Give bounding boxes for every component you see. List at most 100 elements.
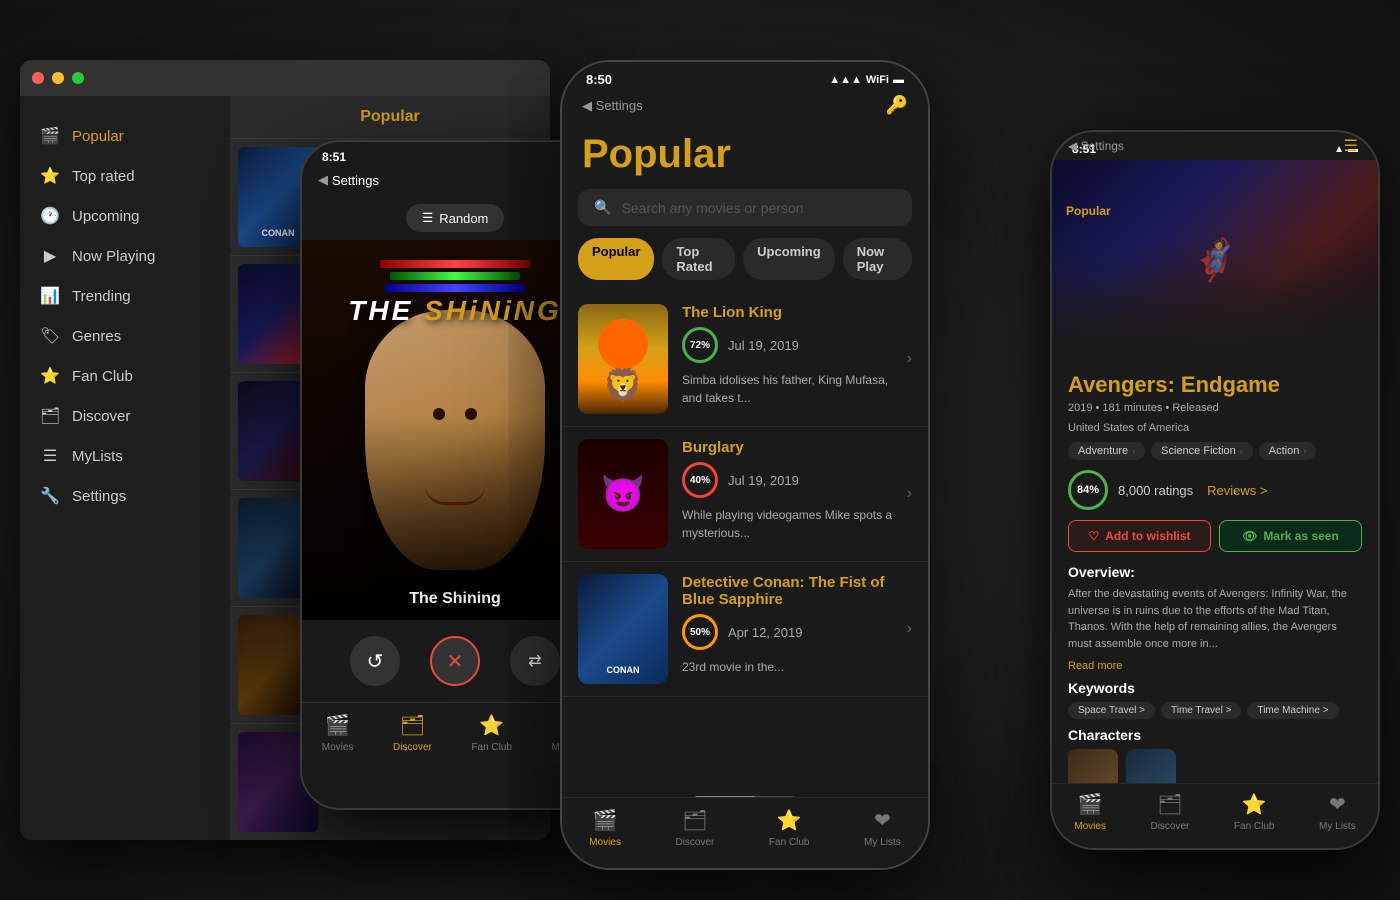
star-icon: ⭐ bbox=[40, 166, 60, 186]
conan2-poster: CONAN bbox=[578, 574, 668, 684]
ratings-count: 8,000 ratings bbox=[1118, 483, 1193, 498]
sidebar-item-popular[interactable]: 🎬 Popular bbox=[20, 116, 230, 156]
keyword-time-travel[interactable]: Time Travel > bbox=[1161, 702, 1241, 719]
tab-popular[interactable]: Popular bbox=[578, 238, 654, 280]
settings-icon: 🔧 bbox=[40, 486, 60, 506]
mac-max-btn[interactable] bbox=[72, 72, 84, 84]
shining-movie-name: The Shining bbox=[409, 590, 501, 607]
sidebar-item-top-rated[interactable]: ⭐ Top rated bbox=[20, 156, 230, 196]
movies-icon-2: 🎬 bbox=[593, 808, 618, 833]
movie-card-burglary[interactable]: 😈 Burglary 40% Jul 19, 2019 While playin… bbox=[562, 427, 928, 562]
nav-movies-3: Movies bbox=[1074, 821, 1106, 832]
chevron-icon-1: › bbox=[1132, 446, 1135, 456]
popular-nav-mylists[interactable]: ❤ My Lists bbox=[864, 808, 901, 848]
keyword-time-machine[interactable]: Time Machine > bbox=[1247, 702, 1338, 719]
avengers-title: Avengers: Endgame bbox=[1068, 372, 1362, 398]
lion-king-title: The Lion King bbox=[682, 304, 893, 321]
phone2-nav: ◀ Settings 🔑 bbox=[562, 91, 928, 124]
popular-nav-discover[interactable]: 🗂 Discover bbox=[675, 808, 714, 848]
detail-nav-movies[interactable]: 🎬 Movies bbox=[1074, 792, 1106, 832]
detail-back[interactable]: ◀ Settings bbox=[1068, 139, 1124, 153]
sidebar-item-discover-label: Discover bbox=[72, 408, 130, 425]
movie-card-conan[interactable]: CONAN Detective Conan: The Fist of Blue … bbox=[562, 562, 928, 697]
sidebar-item-mylists[interactable]: ☰ MyLists bbox=[20, 436, 230, 476]
sidebar-item-genres-label: Genres bbox=[72, 328, 121, 345]
search-bar[interactable]: 🔍 Search any movies or person bbox=[578, 189, 912, 226]
search-icon: 🔍 bbox=[594, 199, 611, 216]
sidebar-item-now-playing[interactable]: ▶ Now Playing bbox=[20, 236, 230, 276]
mac-close-btn[interactable] bbox=[32, 72, 44, 84]
mac-min-btn[interactable] bbox=[52, 72, 64, 84]
tab-upcoming[interactable]: Upcoming bbox=[743, 238, 835, 280]
mac-titlebar bbox=[20, 60, 550, 96]
read-more-link[interactable]: Read more bbox=[1068, 660, 1362, 672]
clock-icon: 🕐 bbox=[40, 206, 60, 226]
random-label: Random bbox=[439, 211, 488, 226]
sidebar-item-fan-club[interactable]: ⭐ Fan Club bbox=[20, 356, 230, 396]
sidebar-item-upcoming[interactable]: 🕐 Upcoming bbox=[20, 196, 230, 236]
keyword-space-travel[interactable]: Space Travel > bbox=[1068, 702, 1155, 719]
eye-icon: 👁 bbox=[1242, 529, 1257, 543]
lion-king-poster: 🦁 bbox=[578, 304, 668, 414]
seen-label: Mark as seen bbox=[1263, 529, 1338, 543]
popular-back[interactable]: ◀ Settings bbox=[582, 98, 643, 114]
discover-icon-2: 🗂 bbox=[682, 808, 707, 833]
dislike-button[interactable]: ✕ bbox=[430, 636, 480, 686]
sidebar-item-settings[interactable]: 🔧 Settings bbox=[20, 476, 230, 516]
nav-discover-2-label: Discover bbox=[675, 837, 714, 848]
nav-movies-label: Movies bbox=[322, 742, 354, 753]
discover-nav-icon: 🗂 bbox=[400, 713, 425, 738]
rating-row: 84% 8,000 ratings Reviews > bbox=[1068, 470, 1362, 510]
nav-mylists-3: My Lists bbox=[1319, 821, 1356, 832]
lion-king-rating: 72% bbox=[682, 327, 718, 363]
battery-icon-2: ▬ bbox=[893, 74, 904, 86]
shining-nav-movies[interactable]: 🎬 Movies bbox=[322, 713, 354, 753]
genre-action-label: Action bbox=[1269, 445, 1300, 457]
shuffle-button[interactable]: ⇄ bbox=[510, 636, 560, 686]
genre-scifi[interactable]: Science Fiction › bbox=[1151, 442, 1253, 460]
mark-seen-button[interactable]: 👁 Mark as seen bbox=[1219, 520, 1362, 552]
sidebar-item-genres[interactable]: 🏷 Genres bbox=[20, 316, 230, 356]
genre-action[interactable]: Action › bbox=[1259, 442, 1317, 460]
lion-king-arrow: › bbox=[907, 350, 912, 368]
tab-top-rated[interactable]: Top Rated bbox=[662, 238, 735, 280]
burglary-desc: While playing videogames Mike spots a my… bbox=[682, 506, 893, 542]
popular-main-title: Popular bbox=[562, 124, 928, 189]
popular-nav-movies[interactable]: 🎬 Movies bbox=[589, 808, 621, 848]
nav-discover-label: Discover bbox=[393, 742, 432, 753]
shining-nav-text: Settings bbox=[332, 173, 379, 188]
tab-now-playing[interactable]: Now Play bbox=[843, 238, 912, 280]
detail-nav-discover[interactable]: 🗂 Discover bbox=[1150, 792, 1189, 832]
popular-nav-fanclub[interactable]: ⭐ Fan Club bbox=[769, 808, 810, 848]
burglary-date: Jul 19, 2019 bbox=[728, 473, 799, 488]
random-button[interactable]: ☰ Random bbox=[406, 204, 505, 232]
characters-title: Characters bbox=[1068, 727, 1362, 743]
genre-adventure[interactable]: Adventure › bbox=[1068, 442, 1145, 460]
replay-button[interactable]: ↺ bbox=[350, 636, 400, 686]
detail-nav-fanclub[interactable]: ⭐ Fan Club bbox=[1234, 792, 1275, 832]
reviews-link[interactable]: Reviews > bbox=[1207, 483, 1267, 498]
movie-card-lion-king[interactable]: 🦁 The Lion King 72% Jul 19, 2019 Simba i… bbox=[562, 292, 928, 427]
sidebar-item-trending-label: Trending bbox=[72, 288, 131, 305]
shining-time: 8:51 bbox=[322, 150, 346, 164]
search-placeholder: Search any movies or person bbox=[621, 200, 803, 216]
movies-icon-3: 🎬 bbox=[1078, 792, 1103, 817]
sidebar-item-trending[interactable]: 📊 Trending bbox=[20, 276, 230, 316]
shining-nav-fanclub[interactable]: ⭐ Fan Club bbox=[471, 713, 512, 753]
popular-icon: 🎬 bbox=[40, 126, 60, 146]
detail-nav-mylists[interactable]: ❤ My Lists bbox=[1319, 792, 1356, 832]
discover-icon: 🗂 bbox=[40, 406, 60, 426]
wifi-icon-2: WiFi bbox=[866, 74, 889, 86]
discover-icon-3: 🗂 bbox=[1157, 792, 1182, 817]
shining-eyes bbox=[433, 408, 477, 420]
action-buttons: ♡ Add to wishlist 👁 Mark as seen bbox=[1068, 520, 1362, 552]
phone-notch bbox=[395, 142, 515, 166]
sidebar-item-now-playing-label: Now Playing bbox=[72, 248, 155, 265]
movie-meta: 2019 • 181 minutes • Released bbox=[1068, 402, 1362, 414]
wishlist-button[interactable]: ♡ Add to wishlist bbox=[1068, 520, 1211, 552]
sidebar-item-discover[interactable]: 🗂 Discover bbox=[20, 396, 230, 436]
genre-tags: Adventure › Science Fiction › Action › bbox=[1068, 442, 1362, 460]
chevron-icon-3: › bbox=[1303, 446, 1306, 456]
shining-nav-discover[interactable]: 🗂 Discover bbox=[393, 713, 432, 753]
lion-king-visual: 🦁 bbox=[578, 304, 668, 414]
